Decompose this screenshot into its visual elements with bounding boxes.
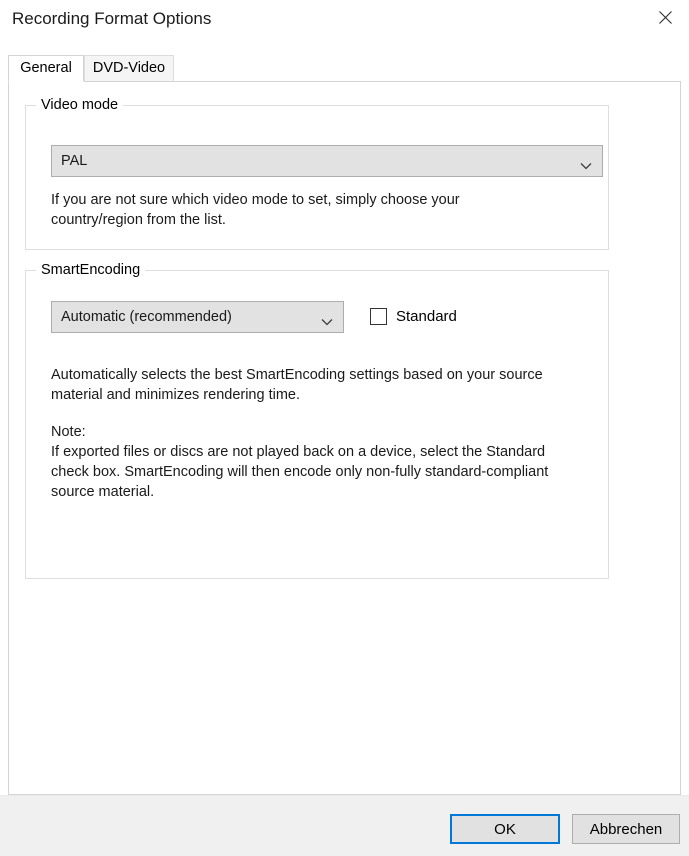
smart-encoding-dropdown-value: Automatic (recommended) bbox=[61, 309, 232, 325]
tab-general[interactable]: General bbox=[8, 55, 84, 82]
chevron-down-icon bbox=[321, 313, 333, 326]
smart-encoding-description: Automatically selects the best SmartEnco… bbox=[51, 367, 543, 403]
ok-button-label: OK bbox=[494, 820, 516, 838]
checkbox-box-icon bbox=[370, 307, 387, 325]
tab-dvd-video[interactable]: DVD-Video bbox=[84, 55, 174, 82]
video-mode-dropdown[interactable]: PAL bbox=[51, 145, 603, 177]
group-video-mode: Video mode PAL If you are not sure which… bbox=[25, 97, 609, 250]
tab-strip: General DVD-Video bbox=[8, 55, 681, 82]
title-bar: Recording Format Options bbox=[0, 0, 689, 42]
chevron-down-icon bbox=[580, 157, 592, 170]
close-icon bbox=[659, 10, 672, 24]
video-mode-dropdown-value: PAL bbox=[61, 153, 88, 169]
smart-encoding-note-body: If exported files or discs are not playe… bbox=[51, 444, 549, 500]
window-title: Recording Format Options bbox=[12, 9, 212, 28]
standard-checkbox[interactable]: Standard bbox=[370, 303, 457, 329]
group-video-mode-legend: Video mode bbox=[36, 97, 124, 114]
smart-encoding-dropdown[interactable]: Automatic (recommended) bbox=[51, 301, 344, 333]
tab-general-label: General bbox=[20, 60, 72, 76]
group-smart-encoding-legend: SmartEncoding bbox=[36, 262, 146, 279]
group-smart-encoding: SmartEncoding Automatic (recommended) St… bbox=[25, 262, 609, 579]
video-mode-help-text: If you are not sure which video mode to … bbox=[51, 192, 460, 228]
standard-checkbox-label: Standard bbox=[396, 307, 457, 325]
tab-panel-general: Video mode PAL If you are not sure which… bbox=[8, 81, 681, 795]
cancel-button-label: Abbrechen bbox=[589, 820, 663, 838]
cancel-button[interactable]: Abbrechen bbox=[572, 814, 680, 844]
smart-encoding-note-heading: Note: bbox=[51, 424, 86, 440]
tab-dvd-video-label: DVD-Video bbox=[92, 60, 166, 76]
ok-button[interactable]: OK bbox=[450, 814, 560, 844]
close-button[interactable] bbox=[642, 0, 689, 34]
